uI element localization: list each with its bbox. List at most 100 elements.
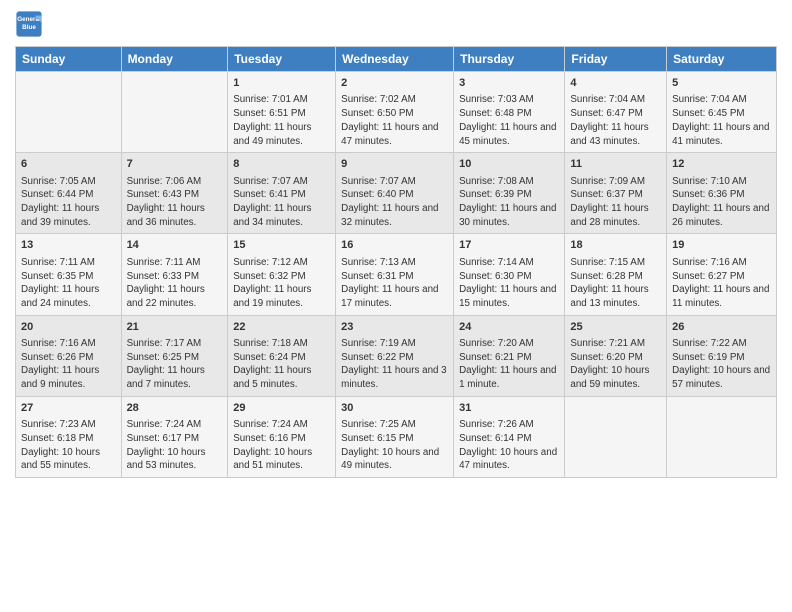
day-number: 27 [21, 401, 116, 416]
day-info: Sunrise: 7:21 AMSunset: 6:20 PMDaylight:… [570, 337, 661, 392]
calendar-cell [16, 72, 122, 153]
day-number: 6 [21, 157, 116, 172]
day-number: 9 [341, 157, 448, 172]
calendar-cell: 11 Sunrise: 7:09 AMSunset: 6:37 PMDayligh… [565, 153, 667, 234]
day-number: 1 [233, 76, 330, 91]
day-number: 13 [21, 238, 116, 253]
day-info: Sunrise: 7:24 AMSunset: 6:17 PMDaylight:… [127, 418, 223, 473]
calendar-header-friday: Friday [565, 47, 667, 72]
day-info: Sunrise: 7:11 AMSunset: 6:33 PMDaylight:… [127, 256, 223, 311]
day-info: Sunrise: 7:16 AMSunset: 6:27 PMDaylight:… [672, 256, 771, 311]
day-info: Sunrise: 7:07 AMSunset: 6:40 PMDaylight:… [341, 175, 448, 230]
calendar-cell [667, 396, 777, 477]
day-number: 4 [570, 76, 661, 91]
day-info: Sunrise: 7:03 AMSunset: 6:48 PMDaylight:… [459, 93, 559, 148]
calendar-header-saturday: Saturday [667, 47, 777, 72]
calendar-cell: 14 Sunrise: 7:11 AMSunset: 6:33 PMDayligh… [121, 234, 228, 315]
day-number: 8 [233, 157, 330, 172]
calendar-cell: 2 Sunrise: 7:02 AMSunset: 6:50 PMDaylight… [336, 72, 454, 153]
day-info: Sunrise: 7:01 AMSunset: 6:51 PMDaylight:… [233, 93, 330, 148]
day-info: Sunrise: 7:26 AMSunset: 6:14 PMDaylight:… [459, 418, 559, 473]
calendar-cell: 27 Sunrise: 7:23 AMSunset: 6:18 PMDayligh… [16, 396, 122, 477]
day-number: 11 [570, 157, 661, 172]
day-number: 19 [672, 238, 771, 253]
calendar-week-row: 6 Sunrise: 7:05 AMSunset: 6:44 PMDaylight… [16, 153, 777, 234]
day-number: 12 [672, 157, 771, 172]
day-info: Sunrise: 7:22 AMSunset: 6:19 PMDaylight:… [672, 337, 771, 392]
calendar-cell: 9 Sunrise: 7:07 AMSunset: 6:40 PMDaylight… [336, 153, 454, 234]
day-info: Sunrise: 7:15 AMSunset: 6:28 PMDaylight:… [570, 256, 661, 311]
day-number: 23 [341, 320, 448, 335]
day-info: Sunrise: 7:23 AMSunset: 6:18 PMDaylight:… [21, 418, 116, 473]
day-number: 3 [459, 76, 559, 91]
calendar-cell [565, 396, 667, 477]
calendar-cell: 4 Sunrise: 7:04 AMSunset: 6:47 PMDaylight… [565, 72, 667, 153]
day-info: Sunrise: 7:02 AMSunset: 6:50 PMDaylight:… [341, 93, 448, 148]
day-info: Sunrise: 7:07 AMSunset: 6:41 PMDaylight:… [233, 175, 330, 230]
calendar-header-tuesday: Tuesday [228, 47, 336, 72]
day-info: Sunrise: 7:16 AMSunset: 6:26 PMDaylight:… [21, 337, 116, 392]
calendar-cell: 29 Sunrise: 7:24 AMSunset: 6:16 PMDayligh… [228, 396, 336, 477]
calendar-cell: 19 Sunrise: 7:16 AMSunset: 6:27 PMDayligh… [667, 234, 777, 315]
day-number: 18 [570, 238, 661, 253]
day-number: 10 [459, 157, 559, 172]
calendar-cell: 12 Sunrise: 7:10 AMSunset: 6:36 PMDayligh… [667, 153, 777, 234]
calendar-cell [121, 72, 228, 153]
day-info: Sunrise: 7:10 AMSunset: 6:36 PMDaylight:… [672, 175, 771, 230]
day-info: Sunrise: 7:04 AMSunset: 6:47 PMDaylight:… [570, 93, 661, 148]
calendar-week-row: 20 Sunrise: 7:16 AMSunset: 6:26 PMDayligh… [16, 315, 777, 396]
day-number: 14 [127, 238, 223, 253]
day-info: Sunrise: 7:13 AMSunset: 6:31 PMDaylight:… [341, 256, 448, 311]
calendar-week-row: 1 Sunrise: 7:01 AMSunset: 6:51 PMDaylight… [16, 72, 777, 153]
calendar-cell: 25 Sunrise: 7:21 AMSunset: 6:20 PMDayligh… [565, 315, 667, 396]
day-info: Sunrise: 7:05 AMSunset: 6:44 PMDaylight:… [21, 175, 116, 230]
calendar-cell: 15 Sunrise: 7:12 AMSunset: 6:32 PMDayligh… [228, 234, 336, 315]
calendar-cell: 26 Sunrise: 7:22 AMSunset: 6:19 PMDayligh… [667, 315, 777, 396]
calendar-cell: 21Sunrise: 7:17 AMSunset: 6:25 PMDayligh… [121, 315, 228, 396]
calendar-cell: 23 Sunrise: 7:19 AMSunset: 6:22 PMDayligh… [336, 315, 454, 396]
calendar-header-row: SundayMondayTuesdayWednesdayThursdayFrid… [16, 47, 777, 72]
day-number: 16 [341, 238, 448, 253]
day-info: Sunrise: 7:14 AMSunset: 6:30 PMDaylight:… [459, 256, 559, 311]
calendar-week-row: 27 Sunrise: 7:23 AMSunset: 6:18 PMDayligh… [16, 396, 777, 477]
day-number: 25 [570, 320, 661, 335]
day-info: Sunrise: 7:19 AMSunset: 6:22 PMDaylight:… [341, 337, 448, 392]
calendar-week-row: 13 Sunrise: 7:11 AMSunset: 6:35 PMDayligh… [16, 234, 777, 315]
day-number: 29 [233, 401, 330, 416]
day-info: Sunrise: 7:25 AMSunset: 6:15 PMDaylight:… [341, 418, 448, 473]
day-info: Sunrise: 7:18 AMSunset: 6:24 PMDaylight:… [233, 337, 330, 392]
calendar-cell: 20 Sunrise: 7:16 AMSunset: 6:26 PMDayligh… [16, 315, 122, 396]
calendar-cell: 10 Sunrise: 7:08 AMSunset: 6:39 PMDayligh… [454, 153, 565, 234]
calendar-header-thursday: Thursday [454, 47, 565, 72]
calendar-header-sunday: Sunday [16, 47, 122, 72]
day-info: Sunrise: 7:12 AMSunset: 6:32 PMDaylight:… [233, 256, 330, 311]
day-number: 24 [459, 320, 559, 335]
calendar-cell: 13 Sunrise: 7:11 AMSunset: 6:35 PMDayligh… [16, 234, 122, 315]
day-number: 22 [233, 320, 330, 335]
logo-icon: General Blue [15, 10, 43, 38]
day-number: 20 [21, 320, 116, 335]
svg-text:Blue: Blue [22, 24, 36, 31]
calendar-cell: 31 Sunrise: 7:26 AMSunset: 6:14 PMDayligh… [454, 396, 565, 477]
day-number: 17 [459, 238, 559, 253]
calendar-table: SundayMondayTuesdayWednesdayThursdayFrid… [15, 46, 777, 478]
day-info: Sunrise: 7:06 AMSunset: 6:43 PMDaylight:… [127, 175, 223, 230]
day-number: 26 [672, 320, 771, 335]
day-number: 15 [233, 238, 330, 253]
day-info: Sunrise: 7:24 AMSunset: 6:16 PMDaylight:… [233, 418, 330, 473]
calendar-header-monday: Monday [121, 47, 228, 72]
day-number: 31 [459, 401, 559, 416]
calendar-cell: 5Sunrise: 7:04 AMSunset: 6:45 PMDaylight… [667, 72, 777, 153]
calendar-cell: 3 Sunrise: 7:03 AMSunset: 6:48 PMDaylight… [454, 72, 565, 153]
calendar-cell: 1 Sunrise: 7:01 AMSunset: 6:51 PMDaylight… [228, 72, 336, 153]
day-number: 2 [341, 76, 448, 91]
page-header: General Blue [15, 10, 777, 38]
day-info: Sunrise: 7:09 AMSunset: 6:37 PMDaylight:… [570, 175, 661, 230]
calendar-cell: 30 Sunrise: 7:25 AMSunset: 6:15 PMDayligh… [336, 396, 454, 477]
day-info: Sunrise: 7:08 AMSunset: 6:39 PMDaylight:… [459, 175, 559, 230]
day-info: Sunrise: 7:11 AMSunset: 6:35 PMDaylight:… [21, 256, 116, 311]
day-number: 7 [127, 157, 223, 172]
day-number: 30 [341, 401, 448, 416]
day-number: 5 [672, 76, 771, 91]
calendar-cell: 16 Sunrise: 7:13 AMSunset: 6:31 PMDayligh… [336, 234, 454, 315]
